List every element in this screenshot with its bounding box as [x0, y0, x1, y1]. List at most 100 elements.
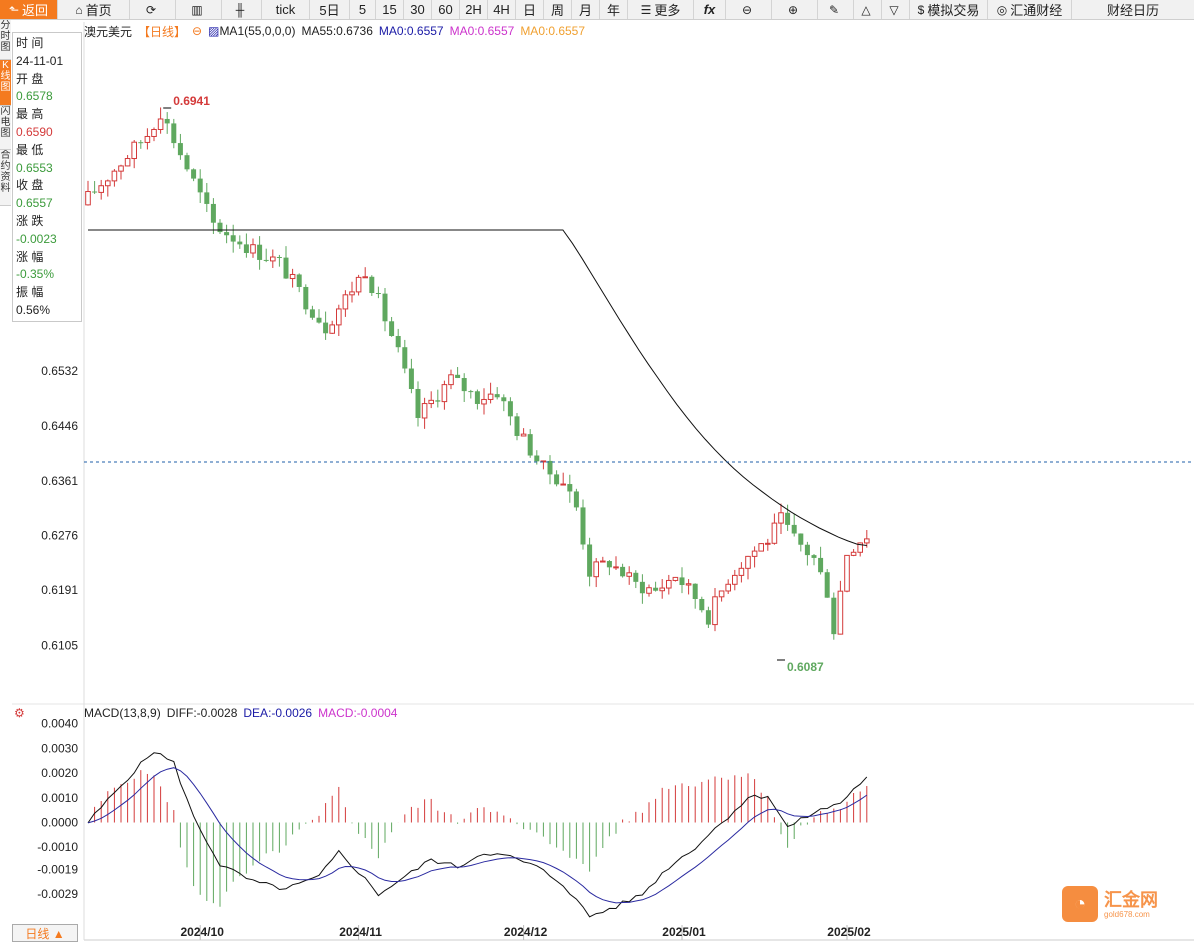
candle-body [785, 512, 791, 525]
candle-body [659, 587, 666, 592]
candle-body [685, 583, 692, 586]
candle-body [243, 244, 249, 254]
candle-body [402, 347, 408, 369]
candle-body [309, 309, 315, 318]
candle-body [441, 384, 448, 403]
candle-body [798, 533, 804, 545]
candle-body [718, 590, 725, 598]
low-annotation: 0.6087 [787, 660, 824, 674]
candle-body [765, 542, 771, 545]
candle-body [303, 286, 309, 310]
candle-body [375, 293, 381, 295]
candle-body [705, 610, 711, 625]
x-tick-label: 2024/11 [339, 925, 382, 939]
candle-body [382, 293, 388, 322]
candle-body [329, 324, 335, 334]
candle-body [501, 397, 507, 402]
candle-body [672, 576, 679, 581]
candle-body [606, 561, 612, 568]
candle-body [824, 572, 830, 598]
candle-body [455, 374, 461, 379]
macd-dea: DEA:-0.0026 [243, 706, 313, 720]
macd-tick-label: 0.0020 [41, 766, 78, 780]
diff-line [87, 752, 868, 918]
logo-name: 汇金网 [1104, 889, 1158, 910]
candle-body [725, 583, 732, 592]
candle-body [118, 165, 124, 172]
candle-body [712, 596, 718, 626]
timeframe-button[interactable]: 日线 ▲ [12, 924, 78, 942]
macd-title: MACD(13,8,9) [84, 706, 161, 720]
candle-body [864, 538, 870, 544]
candle-body [428, 399, 434, 405]
candle-body [514, 416, 520, 436]
candle-body [620, 566, 626, 577]
candle-body [600, 560, 606, 563]
candle-body [164, 118, 170, 124]
candle-body [395, 336, 401, 348]
candle-body [818, 557, 824, 573]
candle-body [573, 491, 579, 508]
candle-body [316, 317, 322, 323]
settings-icon[interactable]: ⚙ [14, 706, 25, 720]
candle-body [98, 185, 105, 193]
candle-body [224, 232, 230, 236]
candle-body [210, 203, 216, 223]
candle-body [263, 259, 269, 261]
x-tick-label: 2024/12 [504, 925, 548, 939]
macd-tick-label: -0.0029 [37, 887, 78, 901]
candle-body [494, 394, 500, 398]
logo-url: gold678.com [1104, 909, 1150, 919]
candle-body [138, 142, 144, 144]
macd-value: MACD:-0.0004 [318, 706, 398, 720]
candle-body [837, 590, 844, 635]
candle-body [342, 294, 349, 310]
candle-body [257, 244, 263, 260]
candle-body [804, 544, 810, 556]
candle-body [626, 572, 633, 577]
candle-body [124, 158, 131, 167]
candle-body [323, 322, 329, 334]
candle-body [487, 393, 494, 400]
candle-body [738, 567, 745, 576]
candle-body [408, 368, 414, 389]
candle-body [758, 543, 765, 552]
candle-body [547, 460, 553, 475]
candle-body [349, 291, 355, 296]
candle-body [850, 551, 857, 556]
macd-legend: MACD(13,8,9) DIFF:-0.0028 DEA:-0.0026 MA… [84, 706, 397, 720]
candle-body [831, 597, 837, 635]
candle-body [421, 403, 428, 419]
candle-body [131, 141, 137, 160]
price-tick-label: 0.6532 [41, 364, 78, 378]
candle-body [415, 388, 421, 418]
candle-body [237, 241, 243, 245]
candle-body [230, 235, 236, 242]
candle-body [157, 118, 164, 130]
candle-body [554, 474, 560, 485]
candle-body [587, 544, 593, 577]
candle-body [527, 434, 533, 456]
x-tick-label: 2024/10 [181, 925, 225, 939]
price-tick-label: 0.6446 [41, 419, 78, 433]
candle-body [844, 554, 850, 592]
macd-diff: DIFF:-0.0028 [166, 706, 238, 720]
candle-body [593, 561, 600, 578]
candle-body [633, 572, 639, 582]
candle-body [811, 555, 817, 558]
candle-body [468, 391, 474, 393]
candle-body [177, 143, 183, 156]
candle-body [105, 180, 111, 187]
candle-body [204, 192, 210, 204]
price-tick-label: 0.6361 [41, 474, 78, 488]
candle-body [217, 222, 223, 233]
candle-body [92, 191, 98, 193]
candle-body [507, 401, 513, 417]
candle-body [283, 257, 289, 279]
candle-body [534, 455, 540, 462]
macd-tick-label: 0.0030 [41, 741, 78, 755]
high-annotation: 0.6941 [173, 94, 210, 108]
price-chart[interactable]: 0.6532 0.6446 0.6361 0.6276 0.6191 0.6105 0.00… [0, 0, 1194, 944]
candle-body [580, 507, 586, 545]
candle-body [778, 512, 784, 524]
